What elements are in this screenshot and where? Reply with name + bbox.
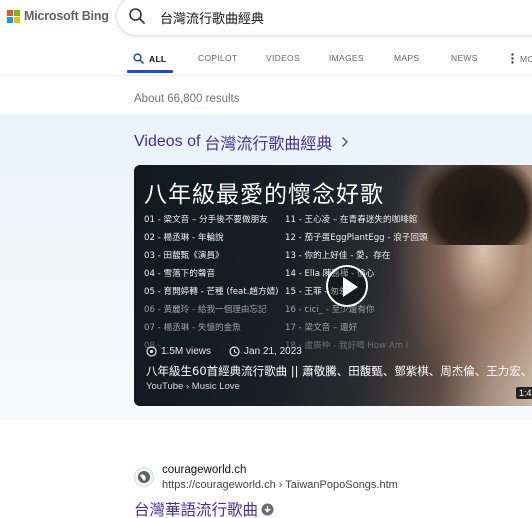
videos-heading[interactable]: Videos of 台灣流行歌曲經典 xyxy=(134,130,349,154)
song-item: 01 - 梁文音 – 分手後不要做朋友 xyxy=(144,215,268,225)
results-count: About 66,800 results xyxy=(134,93,240,105)
search-tabs: ALL COPILOT VIDEOS IMAGES MAPS NEWS MO xyxy=(0,50,532,76)
video-card[interactable]: 八年級最愛的懷念好歌 01 - 梁文音 – 分手後不要做朋友 02 - 楊丞琳 … xyxy=(134,165,532,406)
result-title: 台灣華語流行歌曲 xyxy=(134,501,259,518)
search-icon[interactable] xyxy=(128,7,146,25)
tab-label: IMAGES xyxy=(329,53,364,63)
video-meta: 1.5M views Jan 21, 2023 xyxy=(146,346,302,357)
bing-results-page: Microsoft Bing 台灣流行歌曲經典 ALL COPILOT VIDE… xyxy=(0,0,532,518)
video-duration: 1:41 xyxy=(516,387,532,399)
song-item: 02 - 楊丞琳 - 年輪說 xyxy=(144,233,224,243)
result-url[interactable]: https://courageworld.ch › TaiwanPopoSong… xyxy=(162,479,398,491)
more-dots-icon xyxy=(511,53,514,64)
result-title-link[interactable]: 台灣華語流行歌曲 xyxy=(134,498,274,518)
song-item: 06 - 黃麗玲 - 給我一個理由忘記 xyxy=(144,305,267,315)
videos-section: Videos of 台灣流行歌曲經典 八年級最愛的懷念好歌 01 - 梁文音 –… xyxy=(0,114,532,420)
tab-label: COPILOT xyxy=(198,53,238,63)
tab-maps[interactable]: MAPS xyxy=(394,53,419,63)
result-site-name[interactable]: courageworld.ch xyxy=(162,464,246,476)
tab-images[interactable]: IMAGES xyxy=(329,53,364,63)
tab-all[interactable]: ALL xyxy=(133,53,166,64)
tab-label: MO xyxy=(520,53,532,64)
download-icon xyxy=(261,503,274,515)
microsoft-logo-icon xyxy=(7,9,20,23)
song-item: 03 - 田馥甄《演員》 xyxy=(144,251,224,261)
brand-name: Microsoft Bing xyxy=(24,9,109,23)
song-item: 12 - 茄子蛋EggPlantEgg - 浪子回頭 xyxy=(285,233,428,243)
active-tab-indicator xyxy=(127,70,173,73)
song-list-left: 01 - 梁文音 – 分手後不要做朋友 02 - 楊丞琳 - 年輪說 03 - … xyxy=(144,211,279,355)
videos-heading-query: 台灣流行歌曲經典 xyxy=(204,134,333,153)
search-icon xyxy=(133,53,144,64)
song-item: 07 - 楊丞琳 - 失憶的金魚 xyxy=(144,323,241,333)
tab-label: ALL xyxy=(149,53,167,64)
song-item: 11 - 王心凌 – 在青春迷失的咖啡館 xyxy=(285,215,418,225)
tab-more[interactable]: MO xyxy=(511,53,532,64)
tab-news[interactable]: NEWS xyxy=(451,53,478,63)
video-date: Jan 21, 2023 xyxy=(244,346,302,357)
thumbnail-title: 八年級最愛的懷念好歌 xyxy=(144,182,384,208)
tab-label: VIDEOS xyxy=(266,53,300,63)
song-item: 04 - 雪落下的聲音 xyxy=(144,269,216,279)
video-views: 1.5M views xyxy=(161,346,212,357)
thumbnail-singer-hair xyxy=(419,165,532,245)
video-channel: YouTube › Music Love xyxy=(146,381,240,392)
videos-heading-prefix: Videos of xyxy=(134,133,201,150)
eye-icon xyxy=(146,346,157,357)
chevron-right-icon xyxy=(342,137,349,147)
tab-label: MAPS xyxy=(394,53,420,63)
video-caption: 八年級生60首經典流行歌曲 || 蕭敬騰、田馥甄、鄧紫棋、周杰倫、王力宏、陶喆 xyxy=(146,364,532,378)
song-item: 13 - 你的上好佳 - 愛，存在 xyxy=(285,251,391,261)
song-item: 17 - 梁文音 – 還好 xyxy=(285,323,358,333)
header: Microsoft Bing 台灣流行歌曲經典 ALL COPILOT VIDE… xyxy=(0,0,532,76)
bing-logo[interactable]: Microsoft Bing xyxy=(7,9,109,23)
tab-label: NEWS xyxy=(451,53,478,63)
tab-copilot[interactable]: COPILOT xyxy=(198,53,237,63)
play-button[interactable] xyxy=(326,265,368,307)
song-item: 05 - 育開婷轉 - 芒種 (feat.趙方婧) xyxy=(144,287,279,297)
clock-icon xyxy=(229,346,240,357)
play-icon xyxy=(343,277,358,297)
search-input[interactable]: 台灣流行歌曲經典 xyxy=(160,8,264,27)
tab-videos[interactable]: VIDEOS xyxy=(266,53,300,63)
globe-icon xyxy=(134,467,154,487)
song-item: 18 - 盧廣仲 - 我好喝 How Am I xyxy=(285,341,409,351)
